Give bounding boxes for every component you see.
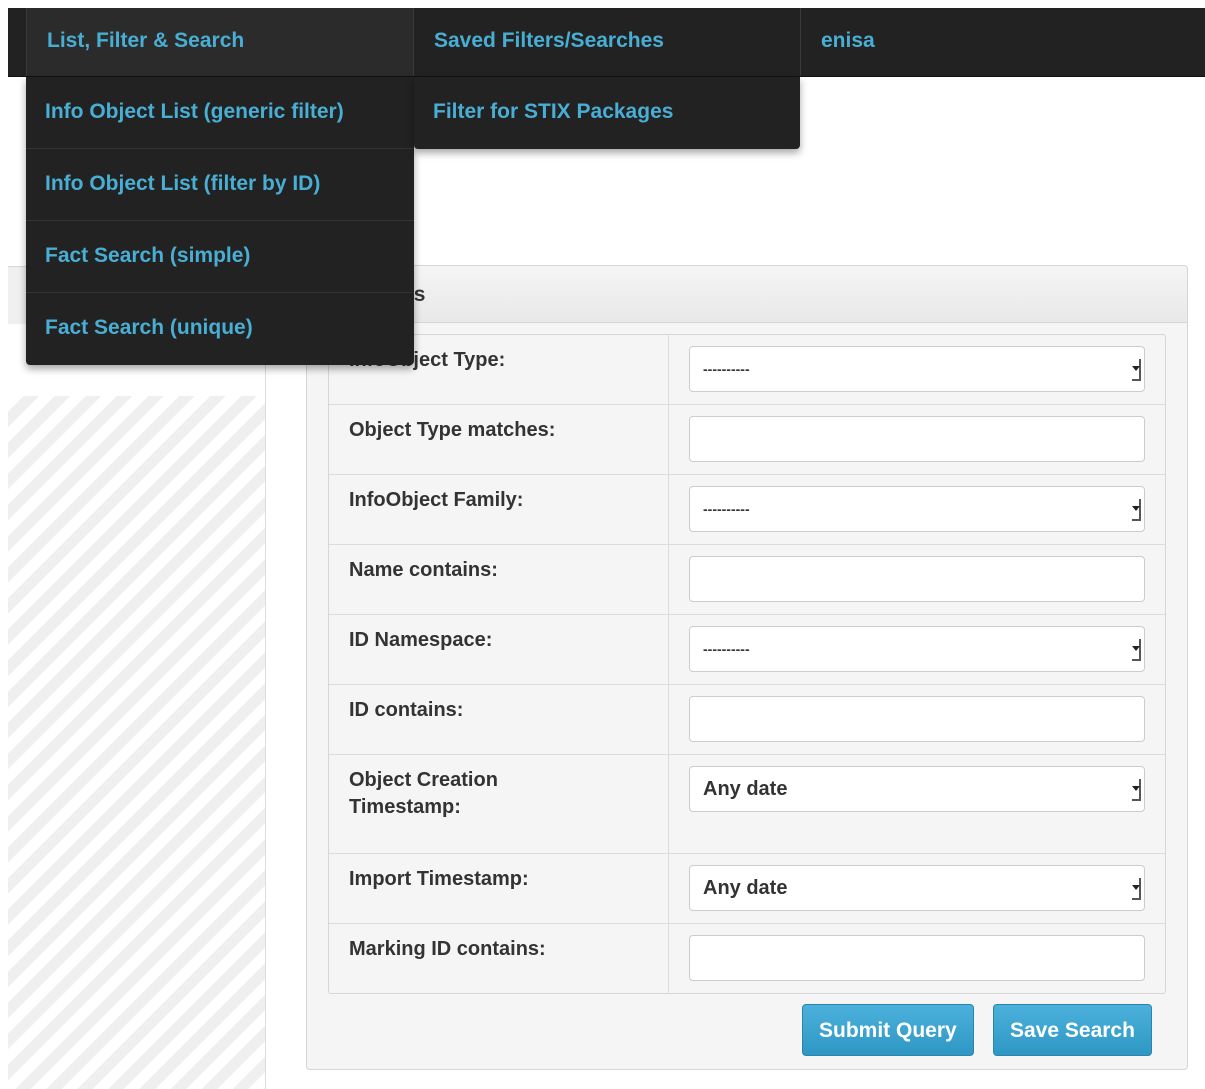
field-cell: ----------	[669, 335, 1165, 404]
form-row: Object Creation Timestamp: Any date	[329, 755, 1165, 854]
menu-item-filter-stix-packages[interactable]: Filter for STIX Packages	[414, 77, 800, 149]
nav-saved-filters-searches[interactable]: Saved Filters/Searches	[414, 8, 801, 76]
name-contains-input[interactable]	[689, 556, 1145, 602]
chevron-down-icon	[1132, 359, 1141, 381]
form-row: InfoObject Type: ----------	[329, 335, 1165, 405]
field-cell	[669, 685, 1165, 754]
object-type-matches-input[interactable]	[689, 416, 1145, 462]
field-label: Object Creation Timestamp:	[329, 755, 669, 853]
top-navbar: List, Filter & Search Saved Filters/Sear…	[8, 8, 1205, 77]
select-value: ----------	[703, 501, 750, 517]
id-contains-input[interactable]	[689, 696, 1145, 742]
menu-item-fact-search-unique[interactable]: Fact Search (unique)	[26, 293, 414, 365]
object-creation-timestamp-select[interactable]: Any date	[689, 766, 1145, 812]
field-cell: ----------	[669, 475, 1165, 544]
save-search-button[interactable]: Save Search	[993, 1004, 1152, 1056]
saved-filters-dropdown: Filter for STIX Packages	[414, 77, 800, 149]
list-filter-search-dropdown: Info Object List (generic filter) Info O…	[26, 77, 414, 365]
field-label: ID contains:	[329, 685, 669, 754]
field-label: InfoObject Family:	[329, 475, 669, 544]
form-row: Import Timestamp: Any date	[329, 854, 1165, 924]
filter-panel: arameters InfoObject Type: ---------- Ob…	[306, 265, 1188, 1070]
form-row: InfoObject Family: ----------	[329, 475, 1165, 545]
field-cell	[669, 545, 1165, 614]
submit-query-button[interactable]: Submit Query	[802, 1004, 974, 1056]
menu-item-info-object-list-generic[interactable]: Info Object List (generic filter)	[26, 77, 414, 149]
panel-title: arameters	[307, 266, 1187, 323]
field-label: ID Namespace:	[329, 615, 669, 684]
menu-item-info-object-list-by-id[interactable]: Info Object List (filter by ID)	[26, 149, 414, 221]
field-label: Object Type matches:	[329, 405, 669, 474]
marking-id-contains-input[interactable]	[689, 935, 1145, 981]
nav-list-filter-search[interactable]: List, Filter & Search	[26, 8, 414, 76]
form-row: Object Type matches:	[329, 405, 1165, 475]
form-row: Name contains:	[329, 545, 1165, 615]
field-label: Marking ID contains:	[329, 924, 669, 993]
filter-form-table: InfoObject Type: ---------- Object Type …	[328, 334, 1166, 994]
select-value: Any date	[703, 877, 788, 899]
form-row: Marking ID contains:	[329, 924, 1165, 993]
field-cell	[669, 405, 1165, 474]
form-row: ID contains:	[329, 685, 1165, 755]
chevron-down-icon	[1132, 499, 1141, 521]
chevron-down-icon	[1132, 639, 1141, 661]
field-cell: Any date	[669, 854, 1165, 923]
sidebar	[8, 266, 266, 1089]
infoobject-type-select[interactable]: ----------	[689, 346, 1145, 392]
field-label: Import Timestamp:	[329, 854, 669, 923]
select-value: ----------	[703, 361, 750, 377]
nav-enisa[interactable]: enisa	[801, 8, 1101, 76]
select-value: Any date	[703, 778, 788, 800]
chevron-down-icon	[1132, 779, 1141, 801]
field-label: Name contains:	[329, 545, 669, 614]
import-timestamp-select[interactable]: Any date	[689, 865, 1145, 911]
infoobject-family-select[interactable]: ----------	[689, 486, 1145, 532]
sidebar-striped-area	[8, 396, 265, 1089]
field-cell: Any date	[669, 755, 1165, 853]
id-namespace-select[interactable]: ----------	[689, 626, 1145, 672]
field-cell: ----------	[669, 615, 1165, 684]
field-cell	[669, 924, 1165, 993]
menu-item-fact-search-simple[interactable]: Fact Search (simple)	[26, 221, 414, 293]
form-row: ID Namespace: ----------	[329, 615, 1165, 685]
select-value: ----------	[703, 641, 750, 657]
chevron-down-icon	[1132, 878, 1141, 900]
